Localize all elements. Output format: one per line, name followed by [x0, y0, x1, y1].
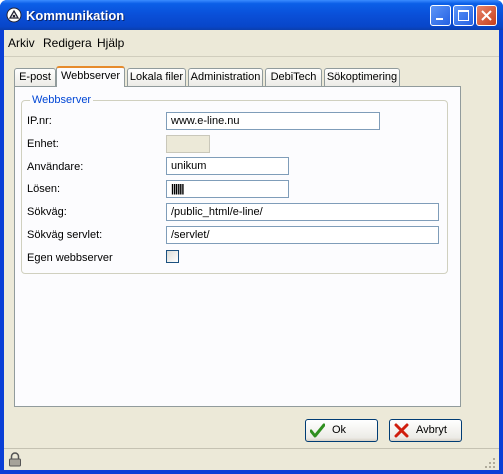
- minimize-icon: [436, 18, 443, 20]
- user-field[interactable]: unikum: [166, 157, 289, 175]
- tab-lokala-filer[interactable]: Lokala filer: [127, 68, 186, 86]
- title-bar[interactable]: Kommunikation: [0, 0, 503, 30]
- tab-sokoptimering[interactable]: Sökoptimering: [324, 68, 400, 86]
- servlet-path-label: Sökväg servlet:: [27, 229, 103, 241]
- own-server-checkbox[interactable]: [166, 250, 179, 263]
- window-bottom-border: [0, 470, 503, 474]
- lock-icon: [9, 452, 21, 467]
- menu-arkiv[interactable]: Arkiv: [8, 36, 35, 50]
- unit-label: Enhet:: [27, 138, 59, 150]
- unit-field: [166, 135, 210, 153]
- path-field[interactable]: /public_html/e-line/: [166, 203, 439, 221]
- password-field[interactable]: ||||||: [166, 180, 289, 198]
- menu-redigera[interactable]: Redigera: [43, 36, 92, 50]
- cross-icon: [394, 423, 409, 438]
- app-icon: [6, 7, 22, 23]
- menu-hjalp[interactable]: Hjälp: [97, 36, 124, 50]
- ok-label: Ok: [332, 424, 347, 436]
- minimize-button[interactable]: [430, 5, 451, 26]
- user-label: Användare:: [27, 161, 84, 173]
- group-label: Webbserver: [30, 94, 94, 106]
- cancel-button[interactable]: Avbryt: [389, 419, 462, 442]
- maximize-button[interactable]: [453, 5, 474, 26]
- window-title: Kommunikation: [26, 8, 125, 23]
- window-client: Arkiv Redigera Hjälp E-post Webbserver L…: [4, 30, 499, 470]
- own-server-label: Egen webbserver: [27, 252, 113, 264]
- checkmark-icon: [310, 423, 325, 438]
- password-label: Lösen:: [27, 183, 61, 195]
- window: Kommunikation Arkiv Redigera Hjälp E-pos…: [0, 0, 503, 474]
- ip-label: IP.nr:: [27, 115, 52, 127]
- menu-bar: Arkiv Redigera Hjälp: [4, 30, 499, 57]
- status-bar: [4, 448, 499, 471]
- resize-grip-icon[interactable]: [484, 457, 496, 469]
- maximize-icon: [458, 10, 469, 21]
- tab-webbserver[interactable]: Webbserver: [56, 66, 125, 87]
- path-label: Sökväg:: [27, 206, 67, 218]
- cancel-label: Avbryt: [416, 424, 447, 436]
- close-button[interactable]: [476, 5, 497, 26]
- close-icon: [481, 10, 492, 21]
- servlet-path-field[interactable]: /servlet/: [166, 226, 439, 244]
- tab-e-post[interactable]: E-post: [14, 68, 56, 86]
- ip-field[interactable]: www.e-line.nu: [166, 112, 380, 130]
- tab-debitech[interactable]: DebiTech: [265, 68, 322, 86]
- ok-button[interactable]: Ok: [305, 419, 378, 442]
- tab-administration[interactable]: Administration: [188, 68, 263, 86]
